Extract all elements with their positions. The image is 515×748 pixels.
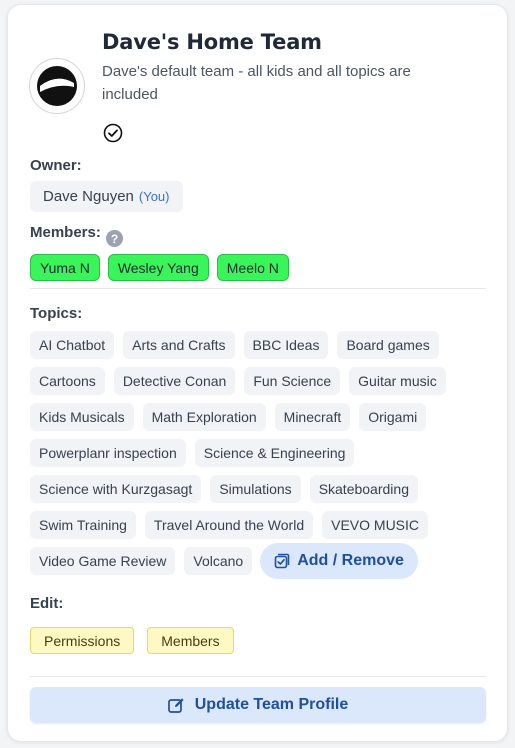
add-remove-topics-button[interactable]: Add / Remove — [260, 543, 418, 579]
topic-chip[interactable]: Fun Science — [244, 367, 341, 395]
topic-chip[interactable]: Guitar music — [349, 367, 446, 395]
team-logo — [29, 58, 85, 114]
topic-chip[interactable]: BBC Ideas — [243, 331, 329, 359]
topic-chip[interactable]: Swim Training — [30, 511, 136, 539]
topic-chip[interactable]: Powerplanr inspection — [30, 439, 186, 467]
member-chip[interactable]: Yuma N — [30, 254, 100, 281]
topic-chip[interactable]: Minecraft — [274, 403, 351, 431]
owner-you-tag: (You) — [138, 189, 170, 204]
topic-row: Powerplanr inspection Science & Engineer… — [30, 439, 490, 467]
topic-row: Cartoons Detective Conan Fun Science Gui… — [30, 367, 490, 395]
topic-chip[interactable]: Video Game Review — [30, 547, 176, 575]
owner-name: Dave Nguyen — [43, 188, 134, 205]
topic-row: AI Chatbot Arts and Crafts BBC Ideas Boa… — [30, 331, 490, 359]
edit-actions: Permissions Members — [30, 627, 234, 654]
check-circle-icon — [103, 123, 123, 143]
add-remove-label: Add / Remove — [297, 552, 404, 569]
divider — [30, 676, 486, 677]
topic-chip[interactable]: Travel Around the World — [144, 511, 314, 539]
update-team-profile-button[interactable]: Update Team Profile — [30, 687, 486, 723]
topic-chip[interactable]: Science & Engineering — [194, 439, 355, 467]
members-label: Members: — [30, 224, 101, 241]
topic-chip[interactable]: Detective Conan — [113, 367, 236, 395]
topic-row: Swim Training Travel Around the World VE… — [30, 511, 490, 539]
edit-permissions-button[interactable]: Permissions — [30, 627, 135, 654]
edit-members-button[interactable]: Members — [147, 627, 234, 654]
topic-row: Video Game Review Volcano Add / Remove — [30, 543, 490, 579]
topic-list: AI Chatbot Arts and Crafts BBC Ideas Boa… — [30, 331, 490, 583]
topic-chip[interactable]: Science with Kurzgasagt — [30, 475, 202, 503]
team-card: Dave's Home Team Dave's default team - a… — [7, 4, 508, 742]
help-icon[interactable]: ? — [106, 230, 123, 247]
team-logo-icon — [37, 66, 77, 106]
topic-chip[interactable]: Arts and Crafts — [123, 331, 235, 359]
topic-row: Science with Kurzgasagt Simulations Skat… — [30, 475, 490, 503]
owner-label: Owner: — [30, 157, 82, 174]
topic-chip[interactable]: Simulations — [210, 475, 301, 503]
divider — [30, 288, 486, 289]
edit-label: Edit: — [30, 595, 64, 612]
member-list: Yuma N Wesley Yang Meelo N — [30, 254, 289, 281]
member-chip[interactable]: Meelo N — [216, 254, 289, 281]
topic-chip[interactable]: Origami — [359, 403, 427, 431]
team-description: Dave's default team - all kids and all t… — [102, 63, 411, 103]
topics-label: Topics: — [30, 305, 83, 322]
topic-chip[interactable]: Math Exploration — [142, 403, 266, 431]
topic-chip[interactable]: Volcano — [184, 547, 253, 575]
edit-icon — [167, 697, 184, 713]
member-chip[interactable]: Wesley Yang — [107, 254, 209, 281]
topic-chip[interactable]: Skateboarding — [309, 475, 418, 503]
topic-row: Kids Musicals Math Exploration Minecraft… — [30, 403, 490, 431]
topic-chip[interactable]: AI Chatbot — [30, 331, 115, 359]
topic-chip[interactable]: Cartoons — [30, 367, 105, 395]
topic-chip[interactable]: Kids Musicals — [30, 403, 134, 431]
owner-chip: Dave Nguyen (You) — [30, 181, 183, 212]
topic-chip[interactable]: VEVO MUSIC — [322, 511, 429, 539]
checklist-icon — [274, 553, 290, 569]
update-button-label: Update Team Profile — [194, 696, 349, 713]
team-name: Dave's Home Team — [102, 30, 322, 54]
topic-chip[interactable]: Board games — [337, 331, 439, 359]
